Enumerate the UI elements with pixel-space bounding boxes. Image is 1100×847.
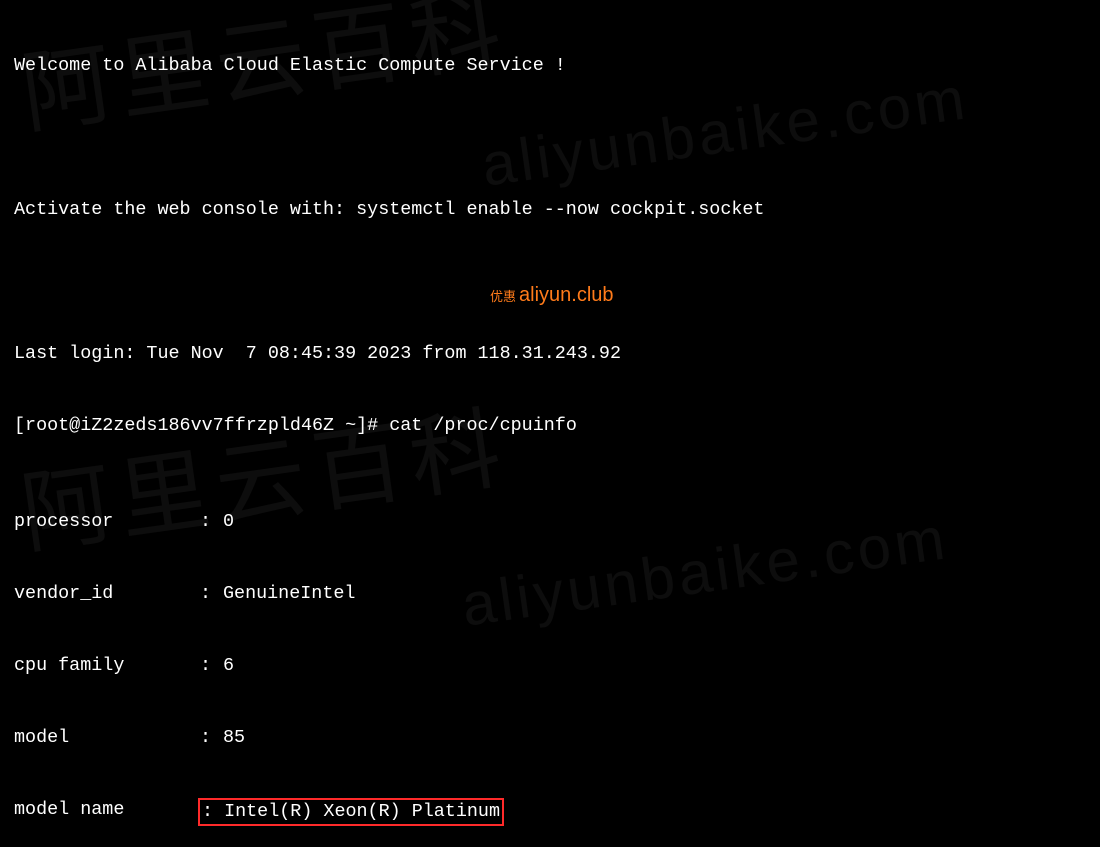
row-model-name: model name: Intel(R) Xeon(R) Platinum [14, 798, 1092, 826]
key-model-name: model name [14, 798, 200, 826]
command-text: cat /proc/cpuinfo [389, 415, 577, 436]
highlight-model-name: : Intel(R) Xeon(R) Platinum [198, 798, 504, 826]
row-model: model: 85 [14, 726, 1092, 750]
val-model: 85 [223, 726, 1092, 750]
key-processor: processor [14, 510, 200, 534]
row-cpu-family: cpu family: 6 [14, 654, 1092, 678]
shell-prompt: [root@iZ2zeds186vv7ffrzpld46Z ~]# [14, 415, 389, 436]
val-processor: 0 [223, 510, 1092, 534]
welcome-line: Welcome to Alibaba Cloud Elastic Compute… [14, 54, 1092, 78]
activate-line: Activate the web console with: systemctl… [14, 198, 1092, 222]
val-cpu-family: 6 [223, 654, 1092, 678]
val-vendor-id: GenuineIntel [223, 582, 1092, 606]
blank-line [14, 126, 1092, 150]
key-vendor-id: vendor_id [14, 582, 200, 606]
val-model-name: Intel(R) Xeon(R) Platinum [224, 801, 500, 822]
key-model: model [14, 726, 200, 750]
row-vendor-id: vendor_id: GenuineIntel [14, 582, 1092, 606]
row-processor: processor: 0 [14, 510, 1092, 534]
blank-line [14, 270, 1092, 294]
key-cpu-family: cpu family [14, 654, 200, 678]
prompt-line: [root@iZ2zeds186vv7ffrzpld46Z ~]# cat /p… [14, 414, 1092, 438]
terminal-output[interactable]: Welcome to Alibaba Cloud Elastic Compute… [0, 0, 1100, 847]
last-login-line: Last login: Tue Nov 7 08:45:39 2023 from… [14, 342, 1092, 366]
